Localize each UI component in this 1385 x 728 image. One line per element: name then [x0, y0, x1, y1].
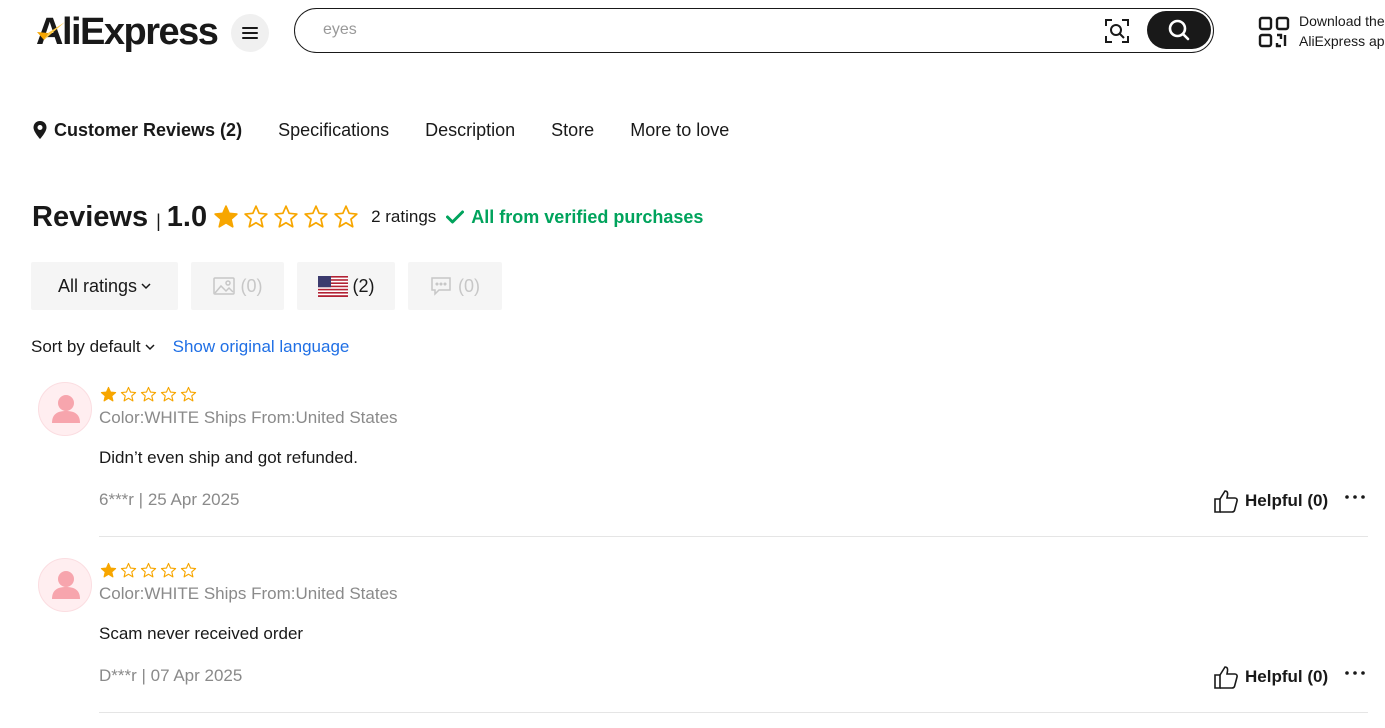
us-flag-icon — [317, 275, 348, 297]
tab-more-to-love[interactable]: More to love — [630, 120, 729, 141]
average-rating-stars — [213, 204, 363, 230]
star-outline-icon — [334, 205, 358, 228]
chevron-down-icon — [145, 344, 155, 351]
star-outline-icon — [140, 562, 157, 578]
average-score: 1.0 — [166, 200, 208, 233]
helpful-button[interactable]: Helpful (0) — [1213, 664, 1328, 690]
images-count: (0) — [240, 275, 263, 296]
review-filters: All ratings (0) (2) (0) — [31, 262, 515, 310]
more-options-icon[interactable] — [1344, 664, 1366, 682]
chevron-down-icon — [141, 283, 151, 290]
camera-scan-icon — [1105, 19, 1129, 43]
filter-with-comments[interactable]: (0) — [408, 262, 502, 310]
location-pin-icon — [33, 121, 47, 139]
search-box — [294, 8, 1214, 53]
show-original-language-link[interactable]: Show original language — [173, 337, 350, 357]
ratings-count: 2 ratings — [371, 207, 437, 226]
sort-row: Sort by default Show original language — [31, 334, 349, 360]
image-icon — [212, 277, 235, 295]
tab-label: More to love — [630, 119, 730, 140]
search-input[interactable] — [323, 9, 1083, 51]
hamburger-icon — [242, 27, 258, 39]
search-button[interactable] — [1147, 11, 1211, 49]
search-icon — [1168, 19, 1190, 41]
review-sku-meta: Color:WHITE Ships From:United States — [99, 584, 398, 603]
divider — [99, 712, 1368, 713]
comment-icon — [431, 277, 451, 296]
tab-specifications[interactable]: Specifications — [278, 120, 389, 141]
all-ratings-dropdown[interactable]: All ratings — [31, 262, 178, 310]
review-text: Scam never received order — [99, 624, 304, 643]
reviews-summary: Reviews | 1.0 2 ratings All from verifie… — [32, 198, 703, 236]
thumbs-up-icon — [1214, 666, 1238, 689]
verified-purchases-badge: All from verified purchases — [446, 207, 703, 228]
header: AliExpress Download th — [0, 0, 1385, 62]
avatar — [38, 382, 92, 436]
star-outline-icon — [140, 386, 157, 402]
tab-description[interactable]: Description — [425, 120, 515, 141]
menu-button[interactable] — [231, 14, 269, 52]
star-outline-icon — [244, 205, 268, 228]
review-rating-stars — [100, 562, 200, 579]
star-outline-icon — [120, 562, 137, 578]
more-options-icon[interactable] — [1344, 488, 1366, 506]
download-app-link[interactable]: Download the AliExpress app — [1299, 11, 1385, 51]
checkmark-icon — [446, 210, 465, 224]
title-separator: | — [156, 210, 161, 231]
reviews-title: Reviews — [32, 200, 149, 233]
review-text: Didn’t even ship and got refunded. — [99, 448, 358, 467]
product-nav-tabs: Customer Reviews (2) Specifications Desc… — [33, 116, 765, 144]
filter-country-us[interactable]: (2) — [297, 262, 395, 310]
user-silhouette-icon — [52, 395, 80, 423]
download-line-2: AliExpress app — [1299, 33, 1385, 49]
helpful-label: Helpful (0) — [1245, 667, 1329, 686]
tab-label: Customer Reviews (2) — [54, 119, 243, 140]
star-outline-icon — [160, 386, 177, 402]
helpful-button[interactable]: Helpful (0) — [1213, 488, 1328, 514]
review-sku-meta: Color:WHITE Ships From:United States — [99, 408, 398, 427]
sort-label: Sort by default — [31, 337, 141, 356]
user-silhouette-icon — [52, 571, 80, 599]
star-outline-icon — [274, 205, 298, 228]
download-line-1: Download the — [1299, 13, 1385, 29]
sort-dropdown[interactable]: Sort by default — [31, 337, 155, 357]
comments-count: (0) — [458, 275, 480, 296]
tab-label: Description — [425, 119, 516, 140]
tab-label: Specifications — [278, 119, 390, 140]
qr-code-icon[interactable] — [1258, 16, 1290, 48]
star-outline-icon — [160, 562, 177, 578]
filter-with-images[interactable]: (0) — [191, 262, 284, 310]
star-outline-icon — [120, 386, 137, 402]
divider — [99, 536, 1368, 537]
star-outline-icon — [180, 386, 197, 402]
star-outline-icon — [180, 562, 197, 578]
review-author-date: D***r | 07 Apr 2025 — [99, 666, 243, 685]
all-ratings-label: All ratings — [57, 275, 138, 296]
thumbs-up-icon — [1214, 490, 1238, 513]
country-count: (2) — [352, 275, 375, 296]
star-outline-icon — [304, 205, 328, 228]
image-search-button[interactable] — [1103, 17, 1131, 45]
star-filled-icon — [214, 205, 238, 228]
tab-label: Store — [551, 119, 595, 140]
star-filled-icon — [100, 562, 117, 578]
star-filled-icon — [100, 386, 117, 402]
review-rating-stars — [100, 386, 200, 403]
avatar — [38, 558, 92, 612]
review-author-date: 6***r | 25 Apr 2025 — [99, 490, 240, 509]
tab-store[interactable]: Store — [551, 120, 594, 141]
tab-customer-reviews[interactable]: Customer Reviews (2) — [33, 120, 242, 141]
helpful-label: Helpful (0) — [1245, 491, 1329, 510]
logo-swoosh-icon — [37, 22, 65, 40]
verified-text: All from verified purchases — [471, 206, 704, 227]
